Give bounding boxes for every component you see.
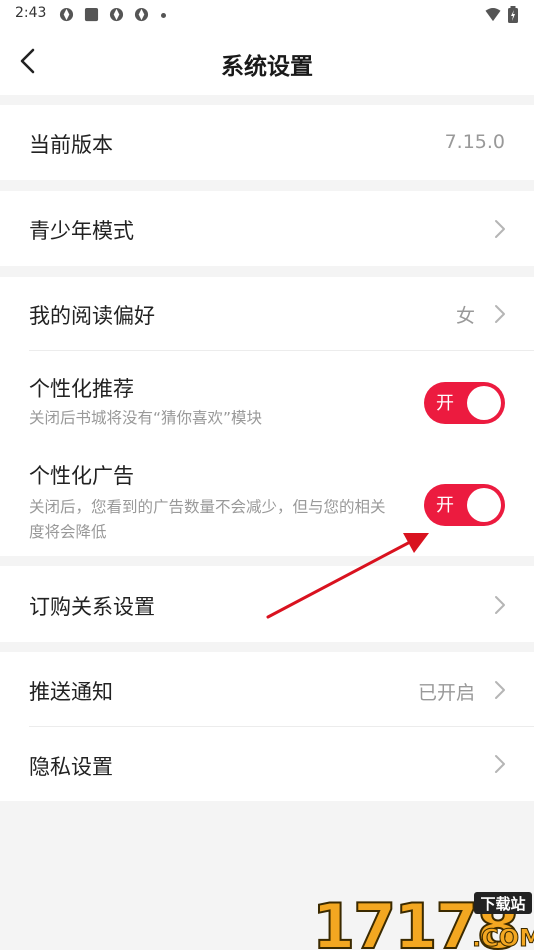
header: 系统设置: [0, 30, 534, 95]
svg-text:.COM: .COM: [472, 924, 534, 950]
preferences-section: 我的阅读偏好 女 个性化推荐 关闭后书城将没有“猜你喜欢”模块 开 个性化广告 …: [0, 277, 534, 556]
svg-text:下载站: 下载站: [480, 895, 525, 913]
version-value: 7.15.0: [444, 131, 505, 153]
version-label: 当前版本: [29, 133, 113, 157]
teen-mode-row[interactable]: 青少年模式: [0, 191, 534, 266]
chevron-right-icon: [495, 755, 505, 773]
toggle-knob: [467, 488, 501, 522]
toggle-knob: [467, 386, 501, 420]
personal-ads-toggle[interactable]: 开: [424, 484, 505, 526]
toggle-on-text: 开: [436, 393, 454, 414]
push-label: 推送通知: [29, 680, 113, 704]
page-title: 系统设置: [221, 54, 313, 80]
personal-ads-label: 个性化广告: [29, 464, 134, 488]
chevron-right-icon: [495, 681, 505, 699]
watermark-logo: 17178 下载站 .COM: [311, 889, 534, 950]
privacy-row[interactable]: 隐私设置: [0, 727, 534, 801]
teen-mode-label: 青少年模式: [29, 219, 134, 243]
version-row: 当前版本 7.15.0: [0, 105, 534, 180]
more-notifications-dot: [161, 13, 166, 18]
subscription-row[interactable]: 订购关系设置: [0, 566, 534, 642]
settings-page: 2:43 系统设置 当前版本 7.15.0 青少年模式 我的阅读偏好 女 个性化…: [0, 0, 534, 950]
wifi-icon: [485, 7, 501, 22]
push-value: 已开启: [417, 682, 475, 704]
teen-mode-section: 青少年模式: [0, 191, 534, 266]
notifications-privacy-section: 推送通知 已开启 隐私设置: [0, 652, 534, 801]
chevron-right-icon: [495, 305, 505, 323]
app-notification-icon: [59, 7, 74, 22]
subscription-section: 订购关系设置: [0, 566, 534, 642]
app-notification-icon: [109, 7, 124, 22]
privacy-label: 隐私设置: [29, 755, 113, 779]
personal-ads-desc: 关闭后，您看到的广告数量不会减少，但与您的相关度将会降低: [29, 498, 386, 541]
reading-pref-label: 我的阅读偏好: [29, 304, 155, 328]
chevron-right-icon: [495, 596, 505, 614]
version-section: 当前版本 7.15.0: [0, 105, 534, 180]
personal-recommend-label: 个性化推荐: [29, 377, 134, 401]
push-row[interactable]: 推送通知 已开启: [0, 652, 534, 726]
status-time: 2:43: [15, 5, 47, 21]
app-notification-icon: [134, 7, 149, 22]
square-notification-icon: [84, 7, 99, 22]
reading-pref-row[interactable]: 我的阅读偏好 女: [0, 277, 534, 350]
personal-ads-row: 个性化广告 关闭后，您看到的广告数量不会减少，但与您的相关度将会降低 开: [0, 439, 534, 556]
battery-icon: [508, 6, 518, 23]
chevron-right-icon: [495, 220, 505, 238]
personal-recommend-toggle[interactable]: 开: [424, 382, 505, 424]
toggle-on-text: 开: [436, 495, 454, 516]
personal-recommend-row: 个性化推荐 关闭后书城将没有“猜你喜欢”模块 开: [0, 351, 534, 439]
status-bar: 2:43: [0, 0, 534, 30]
personal-recommend-desc: 关闭后书城将没有“猜你喜欢”模块: [29, 409, 263, 427]
subscription-label: 订购关系设置: [29, 595, 155, 619]
reading-pref-value: 女: [455, 305, 475, 327]
